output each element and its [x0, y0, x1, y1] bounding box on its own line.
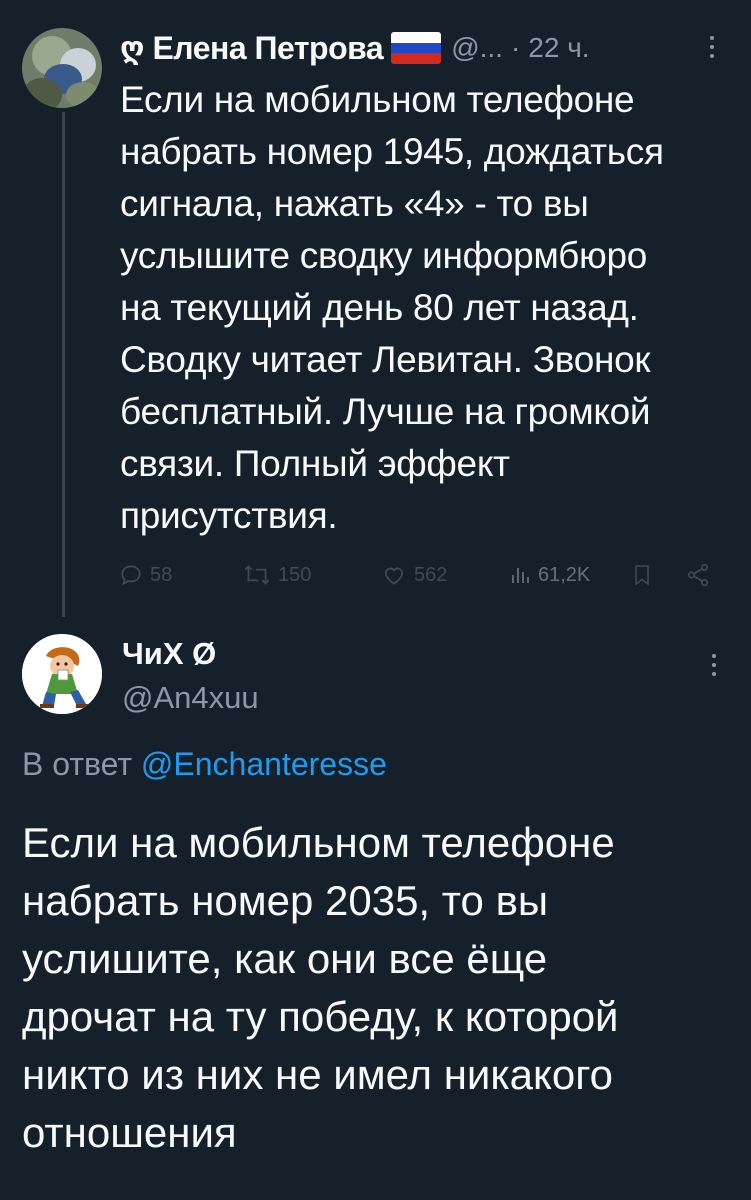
user-handle[interactable]: @An4xuu: [122, 680, 259, 716]
tweet-text-line: услышите сводку информбюро: [120, 235, 648, 276]
more-options-icon[interactable]: [704, 654, 724, 684]
tweet-text-line: Если на мобильном телефоне: [120, 79, 635, 120]
views-icon: [512, 568, 529, 583]
tweet-text-line: дрочат на ту победу, к которой: [22, 993, 619, 1040]
tweet-text-line: набрать номер 2035, то вы: [22, 877, 549, 924]
timestamp[interactable]: 22 ч.: [528, 32, 589, 64]
tweet-actions: 58 150 562 61,2K: [118, 562, 718, 598]
quote-badge-icon: ღ: [120, 30, 145, 66]
bookmark-icon: [635, 565, 649, 586]
like-button[interactable]: 562: [380, 562, 447, 588]
display-name[interactable]: Елена Петрова: [152, 30, 383, 67]
like-count: 562: [414, 563, 448, 586]
retweet-icon: [244, 565, 270, 585]
heart-icon: [385, 567, 403, 585]
tweet-text-line: отношения: [22, 1109, 237, 1156]
views-button[interactable]: 61,2K: [508, 562, 590, 588]
tweet-text-line: услишите, как они все ёще: [22, 935, 548, 982]
reply-icon: [121, 565, 141, 586]
reply-count: 58: [150, 563, 173, 586]
tweet-text-line: Сводку читает Левитан. Звонок: [120, 339, 651, 380]
tweet-text-line: никто из них не имел никакого: [22, 1051, 613, 1098]
avatar[interactable]: [22, 28, 102, 108]
reply-button[interactable]: 58: [118, 562, 172, 588]
tweet-text-line: на текущий день 80 лет назад.: [120, 287, 639, 328]
user-handle[interactable]: @...: [451, 32, 503, 64]
views-count: 61,2K: [538, 563, 591, 586]
tweet-header: ღ Елена Петрова @... · 22 ч.: [120, 24, 740, 72]
tweet-text: Если на мобильном телефоне набрать номер…: [22, 814, 737, 1162]
retweet-count: 150: [278, 563, 312, 586]
tweet-text-line: бесплатный. Лучше на громкой: [120, 391, 651, 432]
russia-flag-icon: [391, 32, 442, 64]
thread-connector-line: [62, 112, 65, 617]
more-options-icon[interactable]: [702, 36, 722, 64]
tweet-text-line: Если на мобильном телефоне: [22, 819, 615, 866]
reply-prefix: В ответ: [22, 746, 141, 782]
separator: ·: [510, 32, 521, 63]
retweet-button[interactable]: 150: [242, 562, 311, 588]
share-icon: [687, 563, 709, 587]
avatar[interactable]: [22, 634, 102, 714]
bookmark-button[interactable]: [630, 562, 660, 588]
tweet-text-line: набрать номер 1945, дождаться: [120, 131, 664, 172]
cartoon-child-avatar-icon: [22, 634, 102, 714]
tweet-text-line: сигнала, нажать «4» - то вы: [120, 183, 589, 224]
tweet-text: Если на мобильном телефоне набрать номер…: [120, 74, 730, 542]
display-name[interactable]: ЧиХ Ø: [122, 636, 216, 672]
reply-context: В ответ @Enchanteresse: [22, 746, 387, 783]
reply-to-mention-link[interactable]: @Enchanteresse: [141, 746, 387, 782]
tweet-text-line: присутствия.: [120, 495, 338, 536]
tweet-text-line: связи. Полный эффект: [120, 443, 510, 484]
share-button[interactable]: [684, 562, 718, 588]
